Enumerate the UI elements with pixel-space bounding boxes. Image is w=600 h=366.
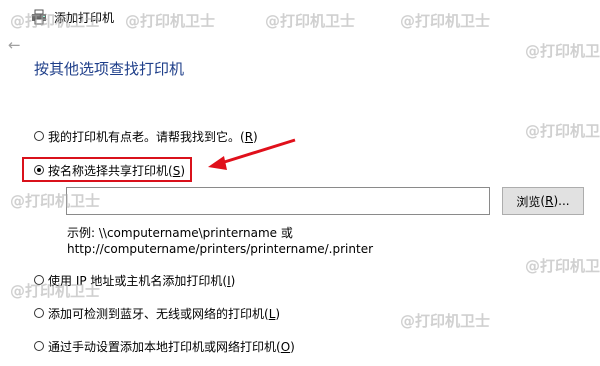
option-ip-hostname-label: 使用 IP 地址或主机名添加打印机 <box>48 273 223 288</box>
option-bluetooth-wireless-network[interactable]: 添加可检测到蓝牙、无线或网络的打印机(L) <box>34 304 280 322</box>
browse-button-label: 浏览 <box>516 194 541 209</box>
browse-button-key: R <box>545 194 554 208</box>
example-path-line-1: 示例: \\computername\printername 或 <box>67 226 293 240</box>
title-bar: ← 添加打印机 <box>0 0 600 53</box>
radio-bluetooth-wireless-network[interactable] <box>34 308 44 318</box>
watermark: @打印机卫士 <box>525 42 600 60</box>
watermark: @打印机卫士 <box>525 122 600 140</box>
page-heading: 按其他选项查找打印机 <box>34 60 185 78</box>
watermark: @打印机卫士 <box>400 312 491 330</box>
option-bluetooth-key: L <box>268 306 276 321</box>
highlight-annotation-box <box>22 157 192 182</box>
example-path-line-2: http://computername/printers/printername… <box>67 242 374 256</box>
watermark: @打印机卫士 <box>525 257 600 275</box>
browse-button-suffix: ... <box>558 194 570 208</box>
option-manual-key: O <box>280 339 291 354</box>
option-ip-hostname[interactable]: 使用 IP 地址或主机名添加打印机(I) <box>34 271 235 289</box>
browse-button[interactable]: 浏览(R)... <box>502 187 584 215</box>
printer-icon <box>32 9 46 25</box>
shared-printer-name-input[interactable] <box>66 187 490 215</box>
radio-manual-local-network[interactable] <box>34 341 44 351</box>
option-manual-local-network[interactable]: 通过手动设置添加本地打印机或网络打印机(O) <box>34 337 295 355</box>
option-bluetooth-label: 添加可检测到蓝牙、无线或网络的打印机 <box>48 306 265 321</box>
back-arrow-icon[interactable]: ← <box>8 38 21 53</box>
red-arrow-annotation-icon <box>208 138 296 170</box>
radio-printer-old[interactable] <box>34 131 44 141</box>
radio-ip-hostname[interactable] <box>34 275 44 285</box>
option-ip-hostname-key: I <box>227 273 231 288</box>
window-title: 添加打印机 <box>54 11 115 25</box>
option-manual-label: 通过手动设置添加本地打印机或网络打印机 <box>48 339 277 354</box>
